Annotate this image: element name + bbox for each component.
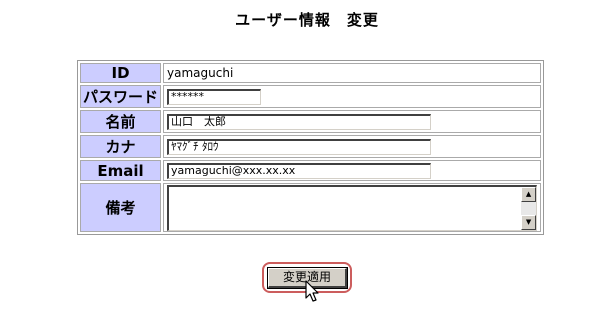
note-textarea[interactable]: ▲ ▼ — [167, 184, 538, 231]
row-kana: カナ ﾔﾏｸﾞﾁ ﾀﾛｳ — [80, 135, 542, 158]
password-cell: ****** — [163, 85, 542, 108]
row-email: Email yamaguchi@xxx.xx.xx — [80, 160, 542, 181]
name-label: 名前 — [80, 110, 162, 133]
note-scrollbar[interactable]: ▲ ▼ — [521, 186, 537, 230]
mouse-pointer-icon — [305, 280, 319, 302]
kana-cell: ﾔﾏｸﾞﾁ ﾀﾛｳ — [163, 135, 542, 158]
row-note: 備考 ▲ ▼ — [80, 183, 542, 232]
email-cell: yamaguchi@xxx.xx.xx — [163, 160, 542, 181]
id-value: yamaguchi — [167, 66, 234, 80]
row-id: ID yamaguchi — [80, 63, 542, 83]
row-password: パスワード ****** — [80, 85, 542, 108]
email-field[interactable]: yamaguchi@xxx.xx.xx — [167, 162, 432, 179]
password-label: パスワード — [80, 85, 162, 108]
name-field[interactable]: 山口 太郎 — [167, 113, 432, 130]
row-name: 名前 山口 太郎 — [80, 110, 542, 133]
scroll-down-arrow-icon[interactable]: ▼ — [521, 214, 537, 230]
id-label: ID — [80, 63, 162, 83]
page: ユーザー情報 変更 ID yamaguchi パスワード ****** 名前 山… — [0, 0, 614, 313]
kana-field[interactable]: ﾔﾏｸﾞﾁ ﾀﾛｳ — [167, 138, 432, 155]
id-cell: yamaguchi — [163, 63, 542, 83]
scroll-up-arrow-icon[interactable]: ▲ — [521, 186, 537, 202]
user-info-form: ID yamaguchi パスワード ****** 名前 山口 太郎 カナ ﾔﾏ… — [77, 60, 545, 235]
email-label: Email — [80, 160, 162, 181]
note-cell: ▲ ▼ — [163, 183, 542, 232]
name-cell: 山口 太郎 — [163, 110, 542, 133]
password-field[interactable]: ****** — [167, 88, 262, 105]
page-title: ユーザー情報 変更 — [235, 11, 379, 29]
note-label: 備考 — [80, 183, 162, 232]
kana-label: カナ — [80, 135, 162, 158]
